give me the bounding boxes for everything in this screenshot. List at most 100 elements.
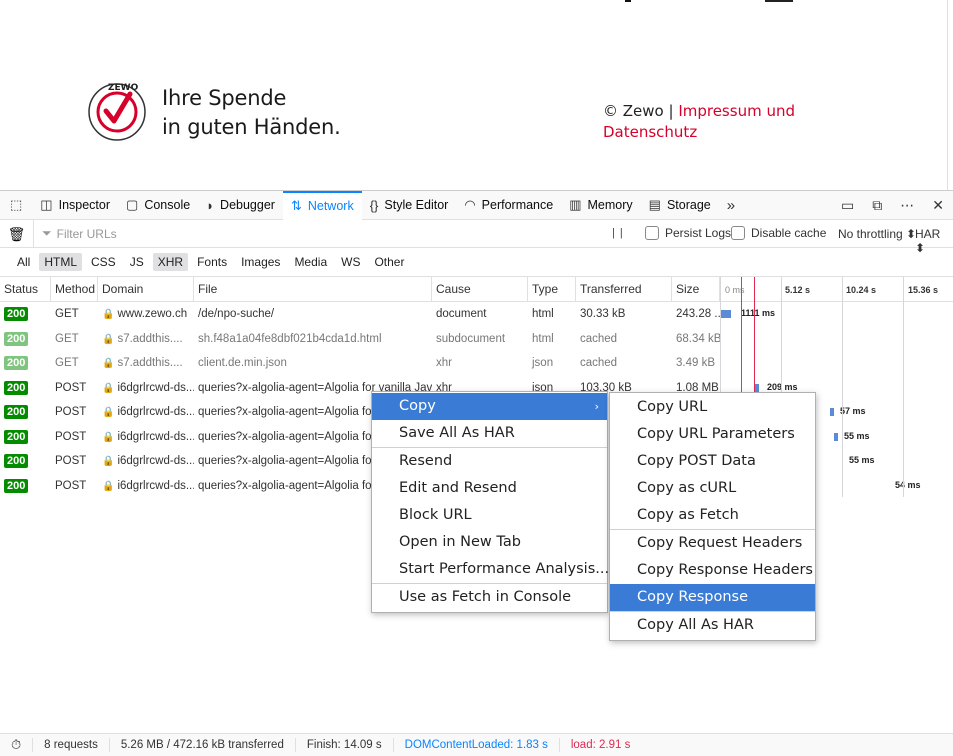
table-row[interactable]: 200 GET 🔒 www.zewo.ch/de/npo-suche/document… <box>0 302 953 327</box>
col-cause[interactable]: Cause <box>432 277 528 302</box>
table-row[interactable]: 200 GET 🔒 s7.addthis.... sh.f48a1a04fe8dbf02… <box>0 327 953 352</box>
status-badge: 200 <box>4 331 29 346</box>
performance-analysis-icon[interactable]: ⏱ <box>0 738 34 752</box>
dock-icon[interactable]: ⧉ <box>863 198 891 214</box>
menu-item-copy-response-headers[interactable]: Copy Response Headers <box>610 557 815 584</box>
persist-logs-checkbox[interactable]: Persist Logs <box>645 226 731 240</box>
type-css[interactable]: CSS <box>86 253 121 271</box>
checkbox-box[interactable] <box>731 226 745 240</box>
waterfall-bar <box>721 310 731 318</box>
lock-icon: 🔒 <box>102 456 115 468</box>
status-cell: 200 <box>0 356 51 371</box>
menu-item-copy-url[interactable]: Copy URL <box>610 394 815 421</box>
disable-cache-checkbox[interactable]: Disable cache <box>731 226 826 240</box>
page-scrollbar[interactable] <box>947 0 953 190</box>
close-icon[interactable]: ✕ <box>923 198 953 214</box>
style-editor-icon: {} <box>369 197 379 213</box>
type-all[interactable]: All <box>12 253 35 271</box>
svg-text:ZEWO: ZEWO <box>108 83 139 93</box>
type-cell: html <box>532 308 554 321</box>
pause-icon[interactable]: | | <box>612 227 624 239</box>
file-cell: /de/npo-suche/ <box>198 308 275 321</box>
clear-trash-icon[interactable]: 🗑 <box>0 219 34 248</box>
type-js[interactable]: JS <box>125 253 149 271</box>
method-cell: POST <box>55 406 87 419</box>
type-xhr[interactable]: XHR <box>152 253 189 271</box>
type-images[interactable]: Images <box>236 253 285 271</box>
disable-cache-label: Disable cache <box>751 226 827 240</box>
tab-console[interactable]: ▢ Console <box>118 191 198 220</box>
split-console-icon[interactable]: ▭ <box>832 198 863 214</box>
type-media[interactable]: Media <box>289 253 332 271</box>
menu-item-copy-request-headers[interactable]: Copy Request Headers <box>610 530 815 557</box>
tab-memory[interactable]: ▥ Memory <box>561 191 640 220</box>
element-picker-button[interactable]: ⬚ <box>0 191 32 220</box>
col-method[interactable]: Method <box>51 277 98 302</box>
datenschutz-link[interactable]: Datenschutz <box>603 123 697 141</box>
transferred-cell: cached <box>580 357 618 370</box>
tab-label: Style Editor <box>384 198 449 212</box>
menu-item-copy-response[interactable]: Copy Response <box>610 584 815 611</box>
tab-performance[interactable]: ◠ Performance <box>456 191 561 220</box>
type-other[interactable]: Other <box>369 253 409 271</box>
logo-wordmark[interactable]: Ihre Spende in guten Händen. <box>162 84 341 142</box>
domain-text: i6dgrlrcwd-ds... <box>117 455 194 468</box>
tab-debugger[interactable]: ◗ Debugger <box>198 191 283 220</box>
logo-line-1: Ihre Spende <box>162 86 287 110</box>
menu-item-use-as-fetch[interactable]: Use as Fetch in Console <box>372 584 607 611</box>
menu-item-copy-as-fetch[interactable]: Copy as Fetch <box>610 502 815 529</box>
col-type[interactable]: Type <box>528 277 576 302</box>
menu-item-copy[interactable]: Copy › <box>372 393 607 420</box>
tab-style-editor[interactable]: {} Style Editor <box>362 191 457 220</box>
type-html[interactable]: HTML <box>39 253 83 271</box>
throttling-select[interactable]: No throttling ⬍ <box>838 227 916 241</box>
menu-item-resend[interactable]: Resend <box>372 448 607 475</box>
tab-label: Memory <box>587 198 633 212</box>
element-picker-icon: ⬚ <box>10 197 23 212</box>
col-waterfall[interactable] <box>720 277 953 302</box>
size-cell: 243.28 ... <box>676 308 720 321</box>
menu-item-copy-post-data[interactable]: Copy POST Data <box>610 448 815 475</box>
file-cell: sh.f48a1a04fe8dbf021b4cda1d.html <box>198 332 382 345</box>
menu-item-block-url[interactable]: Block URL <box>372 502 607 529</box>
menu-item-open-new-tab[interactable]: Open in New Tab <box>372 529 607 556</box>
impressum-link[interactable]: Impressum und <box>678 102 795 120</box>
col-file[interactable]: File <box>194 277 432 302</box>
table-row[interactable]: 200 GET 🔒 s7.addthis.... client.de.min.json x… <box>0 351 953 376</box>
menu-item-save-all-as-har[interactable]: Save All As HAR <box>372 420 607 447</box>
menu-item-copy-url-params[interactable]: Copy URL Parameters <box>610 421 815 448</box>
col-transferred[interactable]: Transferred <box>576 277 672 302</box>
col-size[interactable]: Size <box>672 277 720 302</box>
filter-urls-input[interactable] <box>56 226 597 241</box>
menu-item-edit-and-resend[interactable]: Edit and Resend <box>372 475 607 502</box>
menu-item-copy-all-as-har[interactable]: Copy All As HAR <box>610 612 815 639</box>
toolbar-right: ▭ ⧉ ⋯ ✕ <box>832 191 953 220</box>
console-icon: ▢ <box>126 197 139 212</box>
col-domain[interactable]: Domain <box>98 277 194 302</box>
type-ws[interactable]: WS <box>336 253 365 271</box>
tab-inspector[interactable]: ◫ Inspector <box>32 191 118 220</box>
status-cell: 200 <box>0 478 51 493</box>
waterfall-bar <box>830 408 834 416</box>
domain-text: i6dgrlrcwd-ds... <box>117 479 194 492</box>
checkbox-box[interactable] <box>645 226 659 240</box>
waterfall-cell <box>720 326 953 351</box>
tab-storage[interactable]: ▤ Storage <box>641 191 719 220</box>
menu-item-copy-as-curl[interactable]: Copy as cURL <box>610 475 815 502</box>
menu-item-start-perf-analysis[interactable]: Start Performance Analysis... <box>372 556 609 583</box>
har-menu[interactable]: HAR ⬍ <box>915 227 953 255</box>
more-tools-button[interactable]: » <box>719 191 749 220</box>
method-cell: POST <box>55 479 87 492</box>
lock-icon: 🔒 <box>102 431 115 443</box>
waterfall-timing-label: 209 ms <box>767 381 798 392</box>
status-badge: 200 <box>4 307 29 322</box>
more-options-icon[interactable]: ⋯ <box>891 198 923 214</box>
tab-network[interactable]: ⇅ Network <box>282 190 362 220</box>
zewo-seal-icon: ZEWO <box>88 83 146 141</box>
transferred-total: 5.26 MB / 472.16 kB transferred <box>110 738 296 752</box>
status-bar: ⏱ 8 requests 5.26 MB / 472.16 kB transfe… <box>0 733 953 756</box>
domain-text: i6dgrlrcwd-ds... <box>117 381 194 394</box>
page-fragment <box>765 0 793 2</box>
type-fonts[interactable]: Fonts <box>192 253 232 271</box>
col-status[interactable]: Status <box>0 277 51 302</box>
